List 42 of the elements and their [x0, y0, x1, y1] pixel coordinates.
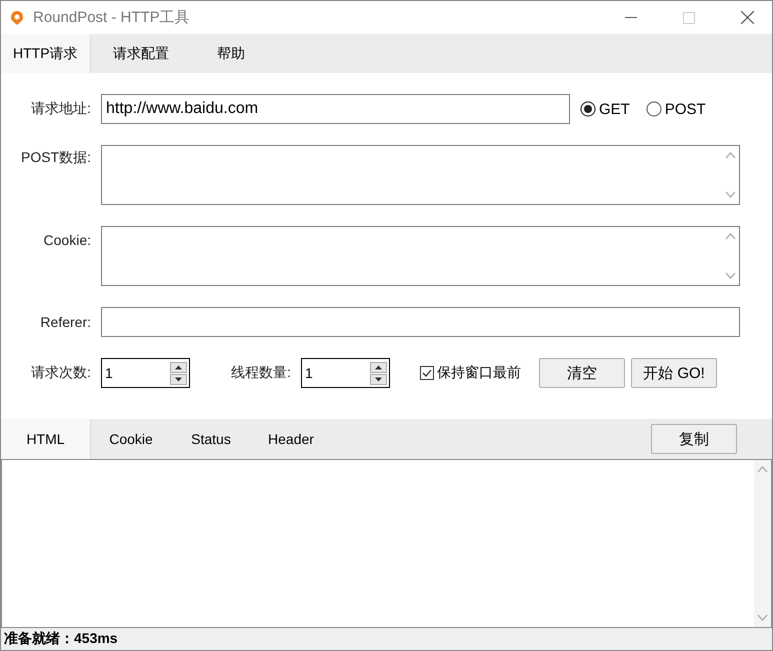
field-label: Referer:	[39, 314, 92, 330]
cookie-field[interactable]	[101, 226, 740, 286]
result-tab[interactable]: Header	[251, 419, 331, 459]
referer-field[interactable]	[101, 307, 740, 337]
radio-icon[interactable]	[580, 101, 596, 117]
scroll-down-icon[interactable]	[725, 272, 736, 279]
field-label: Cookie:	[42, 231, 92, 248]
clear-button[interactable]: 清空	[539, 358, 625, 388]
field-label: 请求地址:	[30, 100, 92, 118]
spin-down-icon[interactable]	[170, 374, 187, 384]
post-data-field[interactable]	[101, 145, 740, 205]
status-text: 准备就绪：453ms	[4, 630, 118, 648]
result-tab[interactable]: HTML	[1, 419, 91, 459]
spin-up-icon[interactable]	[370, 362, 387, 372]
start-button[interactable]: 开始 GO!	[631, 358, 717, 388]
app-logo-icon	[9, 10, 25, 26]
field-label: 请求次数:	[30, 364, 92, 382]
thread-count-field[interactable]: 1	[301, 358, 390, 388]
minimize-icon	[625, 16, 637, 18]
method-radio[interactable]: GET	[580, 100, 630, 118]
copy-button[interactable]: 复制	[651, 424, 737, 454]
field-label: 线程数量:	[230, 364, 292, 382]
keep-on-top-checkbox[interactable]: 保持窗口最前	[420, 364, 521, 382]
menu-tab[interactable]: HTTP请求	[1, 34, 91, 73]
result-tab[interactable]: Cookie	[91, 419, 171, 459]
checkbox-icon[interactable]	[420, 366, 434, 380]
scroll-up-icon[interactable]	[725, 152, 736, 159]
spin-down-icon[interactable]	[370, 374, 387, 384]
method-radio[interactable]: POST	[646, 100, 706, 118]
window-title: RoundPost - HTTP工具	[33, 8, 191, 27]
close-icon	[740, 11, 754, 24]
result-tab[interactable]: Status	[171, 419, 251, 459]
menu-tab[interactable]: 请求配置	[91, 34, 191, 73]
scroll-down-icon[interactable]	[725, 191, 736, 198]
scroll-up-icon[interactable]	[725, 233, 736, 240]
spin-up-icon[interactable]	[170, 362, 187, 372]
menu-tab[interactable]: 帮助	[191, 34, 271, 73]
maximize-icon	[683, 12, 695, 24]
url-field[interactable]: http://www.baidu.com	[101, 94, 570, 124]
request-count-field[interactable]: 1	[101, 358, 190, 388]
field-label: POST数据:	[20, 148, 92, 167]
radio-icon[interactable]	[646, 101, 662, 117]
